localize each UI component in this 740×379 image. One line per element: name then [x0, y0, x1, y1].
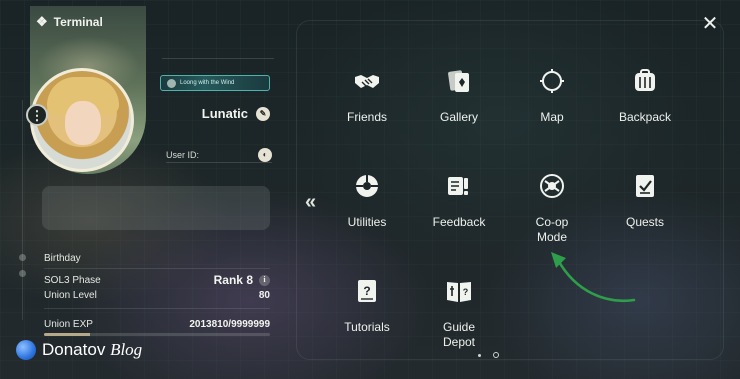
menu-item-quests[interactable]: Quests [600, 171, 690, 230]
union-exp-value: 2013810/9999999 [189, 319, 270, 330]
union-exp-label: Union EXP [44, 319, 93, 330]
page-dot[interactable] [478, 353, 481, 357]
guide-book-icon: ? [444, 276, 474, 306]
more-options-button[interactable]: ⋮ [26, 104, 48, 126]
menu-item-coop-mode[interactable]: Co-op Mode [507, 171, 597, 245]
signature-box[interactable] [42, 186, 270, 230]
collapse-chevron-icon[interactable]: « [305, 192, 316, 212]
compass-icon [537, 66, 567, 96]
tutorial-book-icon: ? [352, 276, 382, 306]
handshake-icon [352, 66, 382, 96]
watermark-logo-icon [16, 340, 36, 360]
avatar-face [65, 101, 101, 145]
sol3-phase-value-group: Rank 8 i [214, 273, 270, 287]
feedback-icon [444, 171, 474, 201]
edit-pencil-icon[interactable]: ✎ [256, 106, 270, 121]
side-rail-dot [19, 254, 26, 261]
side-rail-dot [19, 270, 26, 277]
union-level-label: Union Level [44, 290, 97, 301]
cards-icon [444, 66, 474, 96]
utilities-icon [352, 171, 382, 201]
menu-label-gallery: Gallery [439, 110, 478, 124]
backpack-icon [630, 66, 660, 96]
terminal-title: Terminal [53, 15, 103, 29]
menu-item-friends[interactable]: Friends [322, 66, 412, 125]
username: Lunatic [201, 106, 248, 121]
sol3-phase-row: SOL3 Phase Rank 8 i [44, 273, 270, 287]
menu-item-gallery[interactable]: Gallery [414, 66, 504, 125]
title-badge-label: Loong with the Wind [180, 80, 235, 86]
birthday-label: Birthday [44, 253, 81, 264]
union-exp-fill [44, 333, 90, 336]
title-badge[interactable]: Loong with the Wind [160, 75, 270, 91]
svg-text:?: ? [463, 287, 469, 297]
union-exp-bar [44, 333, 270, 336]
username-row: Lunatic ✎ [202, 106, 270, 121]
badge-emblem-icon [167, 78, 176, 88]
menu-label-feedback: Feedback [432, 215, 486, 229]
menu-item-feedback[interactable]: Feedback [414, 171, 504, 230]
menu-label-guide-line2: Depot [442, 335, 476, 349]
watermark: Donatov Blog [16, 340, 142, 360]
terminal-icon: ❖ [36, 14, 48, 29]
menu-label-friends: Friends [346, 110, 387, 124]
menu-item-map[interactable]: Map [507, 66, 597, 125]
birthday-row: Birthday [44, 253, 270, 264]
menu-item-guide-depot[interactable]: ? Guide Depot [414, 276, 504, 350]
sol3-phase-value: Rank 8 [213, 273, 253, 287]
stat-divider [44, 308, 270, 309]
menu-label-guide-line1: Guide [442, 320, 476, 334]
menu-item-backpack[interactable]: Backpack [600, 66, 690, 125]
close-icon[interactable]: ✕ [700, 14, 720, 34]
copy-id-icon[interactable]: ◐ [257, 147, 272, 162]
sol3-phase-label: SOL3 Phase [44, 274, 101, 286]
annotation-arrow [551, 252, 636, 303]
user-id-row: User ID: ◐ [166, 147, 272, 163]
menu-item-tutorials[interactable]: ? Tutorials [322, 276, 412, 335]
union-level-row: Union Level 80 [44, 290, 270, 301]
side-rail [22, 100, 23, 320]
svg-text:?: ? [363, 284, 370, 298]
page-dot-active[interactable] [493, 352, 499, 358]
menu-label-coop-line1: Co-op [535, 215, 569, 229]
menu-label-backpack: Backpack [618, 110, 672, 124]
menu-item-utilities[interactable]: Utilities [322, 171, 412, 230]
watermark-suffix: Blog [110, 340, 143, 359]
menu-label-coop-line2: Mode [536, 230, 568, 244]
menu-label-tutorials: Tutorials [344, 320, 390, 334]
stat-divider [44, 268, 270, 269]
terminal-header: ❖ Terminal [36, 14, 103, 30]
profile-divider [162, 58, 274, 59]
coop-icon [537, 171, 567, 201]
user-id-label: User ID: [166, 149, 200, 160]
menu-label-utilities: Utilities [347, 215, 387, 229]
union-level-value: 80 [258, 290, 270, 301]
quests-icon [630, 171, 660, 201]
union-exp-row: Union EXP 2013810/9999999 [44, 319, 270, 330]
page-indicator[interactable] [478, 352, 499, 358]
info-icon[interactable]: i [259, 274, 270, 286]
menu-label-map: Map [540, 110, 564, 124]
watermark-brand: Donatov [42, 340, 106, 359]
watermark-text: Donatov Blog [42, 340, 142, 360]
menu-label-quests: Quests [625, 215, 664, 229]
